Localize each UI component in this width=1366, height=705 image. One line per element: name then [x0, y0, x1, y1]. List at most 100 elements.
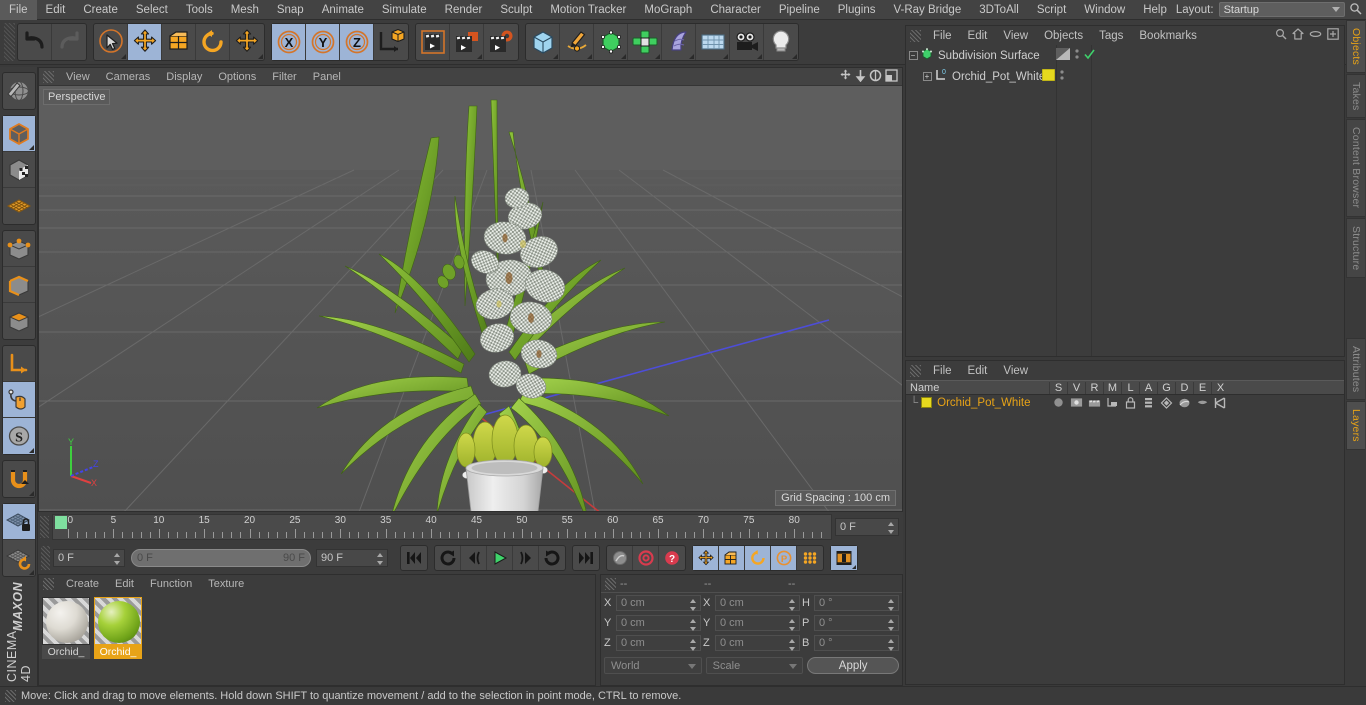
- timeline-grip[interactable]: [40, 516, 49, 538]
- position-z-input[interactable]: 0 cm: [616, 635, 701, 651]
- menu-item-mograph[interactable]: MoGraph: [635, 0, 701, 20]
- layer-column-g[interactable]: G: [1157, 381, 1175, 394]
- axis-modification-button[interactable]: [2, 346, 35, 382]
- animation-icon[interactable]: [1139, 397, 1157, 409]
- spinner-icon[interactable]: [789, 639, 796, 651]
- viewport-menu-view[interactable]: View: [58, 71, 98, 83]
- object-menu-objects[interactable]: Objects: [1036, 30, 1091, 42]
- spinner-icon[interactable]: [789, 619, 796, 631]
- viewport-menu-panel[interactable]: Panel: [305, 71, 349, 83]
- previous-key-button[interactable]: [435, 546, 461, 570]
- texture-mode-button[interactable]: [2, 152, 35, 188]
- move-tool-alt-button[interactable]: [230, 24, 264, 60]
- spinner-icon[interactable]: [690, 599, 697, 611]
- size-z-input[interactable]: 0 cm: [715, 635, 800, 651]
- material-swatch-orchid-white[interactable]: Orchid_: [42, 597, 90, 659]
- tab-objects[interactable]: Objects: [1346, 20, 1365, 73]
- viewport-menu-options[interactable]: Options: [210, 71, 264, 83]
- layer-column-d[interactable]: D: [1175, 381, 1193, 394]
- menu-item-help[interactable]: Help: [1134, 0, 1176, 20]
- object-row-subdivision-surface[interactable]: − Subdivision Surface: [906, 45, 1344, 66]
- menu-item-3dtoall[interactable]: 3DToAll: [970, 0, 1028, 20]
- spinner-icon[interactable]: [114, 553, 121, 565]
- render-icon[interactable]: [1085, 397, 1103, 408]
- menu-item-tools[interactable]: Tools: [177, 0, 222, 20]
- coordinate-system-button[interactable]: [374, 24, 408, 60]
- render-view-button[interactable]: [416, 24, 450, 60]
- render-picture-viewer-button[interactable]: [450, 24, 484, 60]
- enable-snapping-button[interactable]: [3, 461, 35, 497]
- layer-row[interactable]: └ Orchid_Pot_White: [906, 395, 1344, 410]
- menu-item-window[interactable]: Window: [1075, 0, 1134, 20]
- points-mode-button[interactable]: [2, 231, 35, 267]
- xref-icon[interactable]: [1211, 396, 1229, 409]
- rotation-h-input[interactable]: 0 °: [814, 595, 899, 611]
- object-menu-tags[interactable]: Tags: [1091, 30, 1131, 42]
- layer-menu-view[interactable]: View: [995, 365, 1036, 377]
- material-swatch-orchid-green[interactable]: Orchid_: [94, 597, 142, 659]
- spinner-icon[interactable]: [690, 619, 697, 631]
- material-manager-grip[interactable]: [43, 578, 54, 590]
- lock-icon[interactable]: [1121, 396, 1139, 409]
- menu-item-create[interactable]: Create: [74, 0, 127, 20]
- tab-structure[interactable]: Structure: [1346, 217, 1365, 279]
- axis-z-button[interactable]: Z: [340, 24, 374, 60]
- home-icon[interactable]: [1292, 28, 1304, 43]
- tab-content-browser[interactable]: Content Browser: [1346, 119, 1365, 217]
- coordinate-mode-select[interactable]: Scale: [705, 657, 804, 674]
- menu-item-snap[interactable]: Snap: [268, 0, 313, 20]
- coordinate-system-select[interactable]: World: [604, 657, 702, 674]
- enabled-check-icon[interactable]: [1084, 49, 1095, 63]
- view-icon[interactable]: [1067, 397, 1085, 408]
- axis-x-button[interactable]: X: [272, 24, 306, 60]
- layer-name-cell[interactable]: └ Orchid_Pot_White: [906, 397, 1049, 409]
- soft-selection-button[interactable]: S: [2, 418, 35, 454]
- pen-spline-button[interactable]: [560, 24, 594, 60]
- deformers-icon[interactable]: [1175, 397, 1193, 409]
- axis-y-button[interactable]: Y: [306, 24, 340, 60]
- menu-item-animate[interactable]: Animate: [313, 0, 373, 20]
- object-manager-grip[interactable]: [910, 29, 921, 42]
- material-menu-create[interactable]: Create: [58, 578, 107, 590]
- move-tool-button[interactable]: [128, 24, 162, 60]
- object-row-orchid-pot-white[interactable]: + 0 Orchid_Pot_White: [906, 66, 1344, 87]
- spinner-icon[interactable]: [888, 522, 895, 534]
- record-key-button[interactable]: [607, 546, 633, 570]
- live-selection-tool-button[interactable]: [94, 24, 128, 60]
- menu-item-select[interactable]: Select: [127, 0, 177, 20]
- timeline-playhead[interactable]: [55, 516, 67, 529]
- viewport-menu-filter[interactable]: Filter: [264, 71, 304, 83]
- size-y-input[interactable]: 0 cm: [715, 615, 800, 631]
- rotation-key-button[interactable]: [745, 546, 771, 570]
- size-x-input[interactable]: 0 cm: [715, 595, 800, 611]
- layer-column-s[interactable]: S: [1049, 381, 1067, 394]
- object-expand-toggle[interactable]: −: [906, 51, 920, 60]
- workplane-lock-button[interactable]: [2, 504, 35, 540]
- undo-button[interactable]: [18, 24, 52, 60]
- scale-key-button[interactable]: [719, 546, 745, 570]
- toolbar-grip[interactable]: [4, 23, 15, 61]
- menu-item-script[interactable]: Script: [1028, 0, 1075, 20]
- go-to-end-button[interactable]: [573, 546, 599, 570]
- play-button[interactable]: [487, 546, 513, 570]
- menu-item-plugins[interactable]: Plugins: [829, 0, 885, 20]
- tab-layers[interactable]: Layers: [1346, 401, 1365, 451]
- polygons-mode-button[interactable]: [3, 303, 35, 339]
- layer-column-e[interactable]: E: [1193, 381, 1211, 394]
- material-menu-texture[interactable]: Texture: [200, 578, 252, 590]
- spinner-icon[interactable]: [888, 619, 895, 631]
- transport-grip[interactable]: [41, 546, 50, 570]
- material-menu-edit[interactable]: Edit: [107, 578, 142, 590]
- menu-item-simulate[interactable]: Simulate: [373, 0, 436, 20]
- menu-item-character[interactable]: Character: [701, 0, 770, 20]
- previous-frame-button[interactable]: [461, 546, 487, 570]
- layer-column-x[interactable]: X: [1211, 381, 1229, 394]
- menu-item-file[interactable]: File: [0, 0, 37, 20]
- render-settings-button[interactable]: [484, 24, 518, 60]
- mograph-button[interactable]: [628, 24, 662, 60]
- rotate-tool-button[interactable]: [196, 24, 230, 60]
- position-y-input[interactable]: 0 cm: [616, 615, 701, 631]
- deformer-button[interactable]: [662, 24, 696, 60]
- generators-icon[interactable]: [1157, 396, 1175, 409]
- layer-column-a[interactable]: A: [1139, 381, 1157, 394]
